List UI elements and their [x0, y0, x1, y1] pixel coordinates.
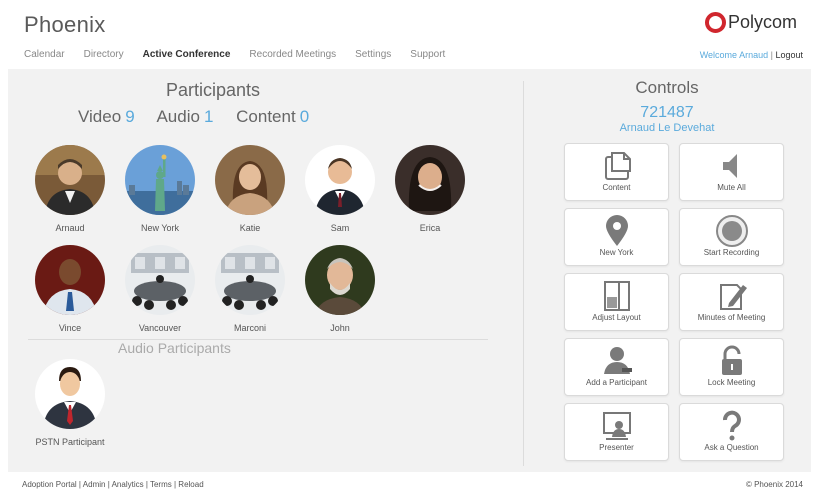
participant-name: New York [140, 223, 180, 233]
participant-name: Erica [419, 223, 441, 233]
speaker-mute-icon [722, 154, 737, 178]
start-recording-button[interactable]: Start Recording [679, 208, 784, 266]
footer-link-adoption-portal[interactable]: Adoption Portal [22, 480, 77, 489]
nav-calendar[interactable]: Calendar [24, 49, 65, 60]
button-label: Adjust Layout [592, 313, 641, 322]
button-label: Ask a Question [704, 443, 759, 452]
presenter-button[interactable]: Presenter [564, 403, 669, 461]
person-photo-icon [35, 245, 105, 315]
adjust-layout-button[interactable]: Adjust Layout [564, 273, 669, 331]
mute-all-button[interactable]: Mute All [679, 143, 784, 201]
ask-question-button[interactable]: Ask a Question [679, 403, 784, 461]
person-photo-icon [305, 145, 375, 215]
button-label: Add a Participant [586, 378, 647, 387]
minutes-of-meeting-button[interactable]: Minutes of Meeting [679, 273, 784, 331]
copyright: © Phoenix 2014 [745, 480, 803, 489]
nav-directory[interactable]: Directory [84, 49, 124, 60]
footer-link-admin[interactable]: Admin [83, 480, 106, 489]
statue-of-liberty-icon [125, 145, 195, 215]
footer-links: Adoption Portal | Admin | Analytics | Te… [22, 480, 204, 489]
footer-link-reload[interactable]: Reload [178, 480, 203, 489]
participant-sam[interactable]: Sam [295, 145, 385, 233]
polycom-logo-icon [704, 12, 726, 33]
location-button[interactable]: New York [564, 208, 669, 266]
nav-settings[interactable]: Settings [355, 49, 391, 60]
pencil-note-icon [719, 284, 747, 310]
content-count: 0 [299, 107, 310, 126]
footer-link-analytics[interactable]: Analytics [112, 480, 144, 489]
participants-title: Participants [165, 80, 261, 100]
participant-name: Katie [239, 223, 261, 233]
button-label: Mute All [717, 183, 746, 192]
button-label: Start Recording [703, 248, 760, 257]
person-photo-icon [395, 145, 465, 215]
content-count-label: Content [236, 107, 296, 126]
nav-recorded-meetings[interactable]: Recorded Meetings [249, 49, 336, 60]
section-divider [28, 339, 488, 340]
lock-meeting-button[interactable]: Lock Meeting [679, 338, 784, 396]
person-photo-icon [35, 145, 105, 215]
video-count-label: Video [78, 107, 122, 126]
conference-host: Arnaud Le Devehat [619, 122, 715, 134]
person-photo-icon [215, 145, 285, 215]
participant-name: Vancouver [138, 323, 182, 333]
participant-katie[interactable]: Katie [205, 145, 295, 233]
audio-participants-title: Audio Participants [118, 340, 231, 356]
footer-link-terms[interactable]: Terms [150, 480, 172, 489]
welcome-text: Welcome Arnaud [699, 50, 769, 60]
button-label: Lock Meeting [707, 378, 756, 387]
participant-john[interactable]: John [295, 245, 385, 333]
presenter-screen-icon [602, 412, 631, 440]
conference-id: 721487 [640, 104, 694, 121]
button-label: Minutes of Meeting [697, 313, 766, 322]
participant-erica[interactable]: Erica [385, 145, 475, 233]
businessman-avatar-icon [35, 359, 105, 429]
user-welcome: Welcome Arnaud | Logout [700, 50, 803, 60]
welcome-separator: | [770, 50, 773, 60]
audio-count: 1 [203, 107, 214, 126]
main-nav: Calendar Directory Active Conference Rec… [24, 49, 464, 60]
participant-name: Sam [330, 223, 350, 233]
add-person-icon [603, 347, 632, 374]
participant-arnaud[interactable]: Arnaud [25, 145, 115, 233]
controls-title: Controls [635, 78, 699, 97]
logout-link[interactable]: Logout [775, 50, 803, 60]
participant-vancouver[interactable]: Vancouver [115, 245, 205, 333]
video-count: 9 [125, 107, 135, 126]
conference-room-icon [125, 245, 195, 315]
question-mark-icon [722, 410, 741, 441]
conference-room-icon [215, 245, 285, 315]
participant-pstn[interactable]: PSTN Participant [25, 359, 115, 447]
content-share-icon [604, 152, 631, 180]
nav-support[interactable]: Support [410, 49, 445, 60]
participant-name: Marconi [233, 323, 266, 333]
app-title: Phoenix [24, 12, 106, 37]
button-label: New York [599, 248, 634, 257]
participant-name: Arnaud [55, 223, 85, 233]
nav-active-conference[interactable]: Active Conference [143, 49, 231, 60]
add-participant-button[interactable]: Add a Participant [564, 338, 669, 396]
brand-name: Polycom [727, 12, 797, 32]
participant-counts: Video 9 Audio 1 Content 0 [78, 107, 327, 127]
panel-divider [523, 81, 524, 466]
conference-panel: Participants Video 9 Audio 1 Content 0 Arna… [8, 69, 811, 472]
participant-vince[interactable]: Vince [25, 245, 115, 333]
participant-name: Vince [58, 323, 82, 333]
participant-name: John [330, 323, 350, 333]
audio-count-label: Audio [156, 107, 200, 126]
padlock-icon [721, 345, 742, 375]
person-photo-icon [305, 245, 375, 315]
content-button[interactable]: Content [564, 143, 669, 201]
button-label: Presenter [599, 443, 634, 452]
participant-new-york[interactable]: New York [115, 145, 205, 233]
participant-name: PSTN Participant [35, 437, 105, 447]
polycom-logo: Polycom [704, 12, 797, 33]
button-label: Content [602, 183, 631, 192]
location-pin-icon [605, 215, 628, 246]
participant-marconi[interactable]: Marconi [205, 245, 295, 333]
record-icon [715, 215, 748, 247]
layout-icon [603, 281, 630, 311]
